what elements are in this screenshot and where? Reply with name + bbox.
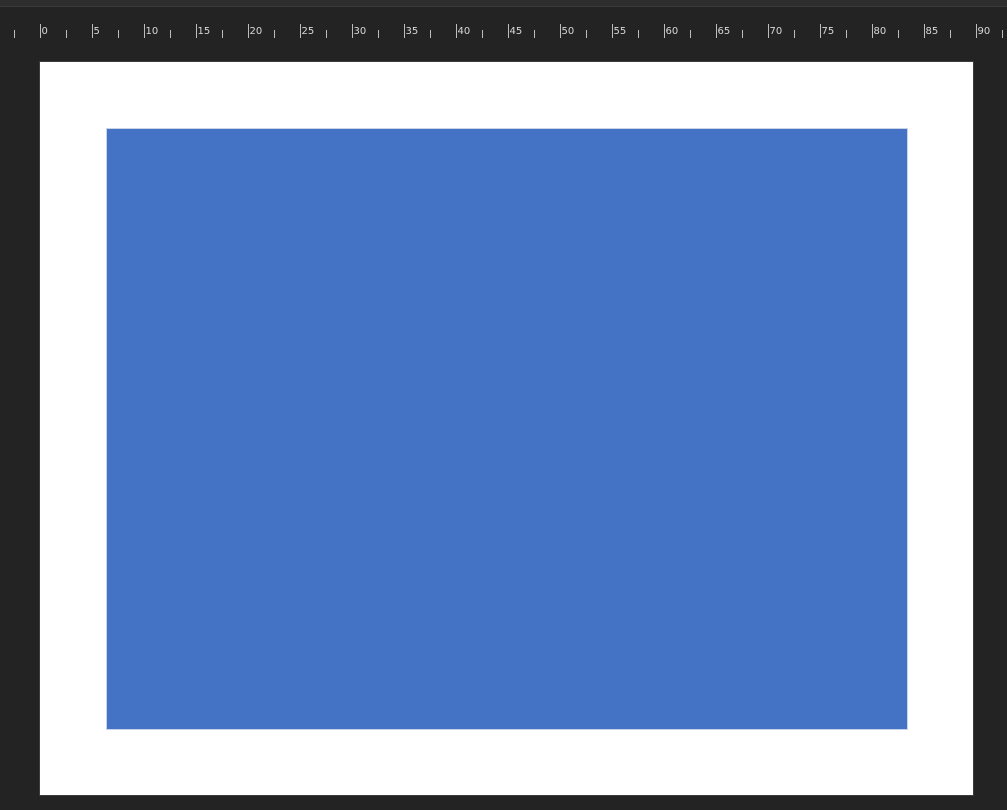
- ruler-label: 85: [926, 26, 939, 37]
- ruler-label: 5: [94, 26, 100, 37]
- ruler-label: 45: [510, 26, 523, 37]
- ruler-label: 60: [666, 26, 679, 37]
- rectangle-shape[interactable]: [106, 128, 908, 730]
- ruler-label: 55: [614, 26, 627, 37]
- ruler-label: 25: [302, 26, 315, 37]
- ruler-label: 90: [978, 26, 991, 37]
- top-toolbar-strip: [0, 0, 1007, 7]
- ruler-label: 10: [146, 26, 159, 37]
- ruler-scale: 0 5 10 15 20 25 30 35 40 45 50 55 60 65 70 75 80 85 90: [14, 24, 1003, 38]
- ruler-label: 65: [718, 26, 731, 37]
- ruler-label: 35: [406, 26, 419, 37]
- ruler-label: 40: [458, 26, 471, 37]
- canvas-area[interactable]: [0, 40, 1007, 810]
- ruler-label: 15: [198, 26, 211, 37]
- ruler-label: 0: [42, 26, 48, 37]
- ruler-label: 30: [354, 26, 367, 37]
- ruler-label: 75: [822, 26, 835, 37]
- ruler-label: 70: [770, 26, 783, 37]
- ruler-label: 20: [250, 26, 263, 37]
- ruler-label: 80: [874, 26, 887, 37]
- ruler-label: 50: [562, 26, 575, 37]
- page[interactable]: [39, 61, 974, 796]
- horizontal-ruler[interactable]: 0 5 10 15 20 25 30 35 40 45 50 55 60 65 70 75 80 85 90: [0, 7, 1007, 40]
